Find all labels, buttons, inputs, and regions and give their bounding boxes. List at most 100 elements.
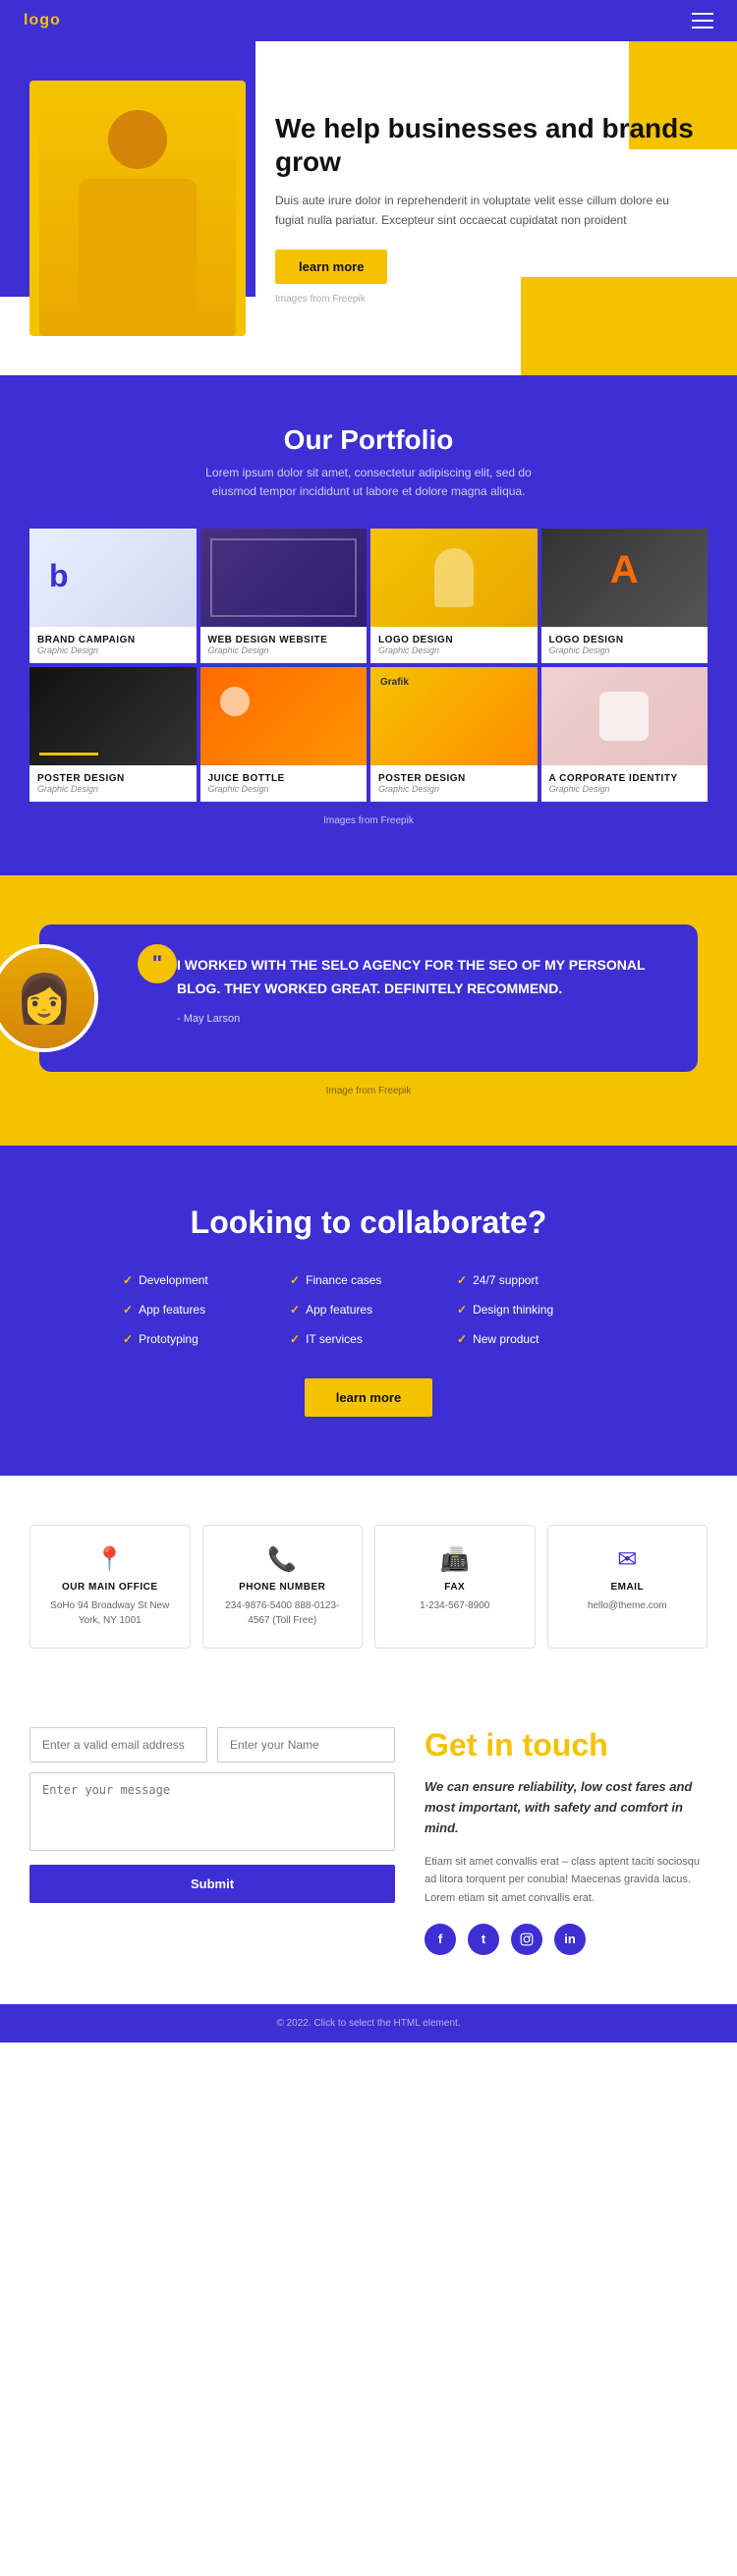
portfolio-freepik: Images from Freepik bbox=[29, 815, 708, 826]
hero-title: We help businesses and brands grow bbox=[275, 112, 698, 178]
portfolio-grid: BRAND CAMPAIGN Graphic Design WEB DESIGN… bbox=[29, 529, 708, 802]
testimonial-author: - May Larson bbox=[138, 1013, 658, 1025]
portfolio-cat-5: Graphic Design bbox=[37, 784, 189, 794]
collaborate-title: Looking to collaborate? bbox=[39, 1204, 698, 1241]
office-text: SoHo 94 Broadway St New York, NY 1001 bbox=[42, 1598, 178, 1628]
fax-title: FAX bbox=[387, 1582, 523, 1593]
portfolio-item-4[interactable]: LOGO DESIGN Graphic Design bbox=[541, 529, 709, 663]
portfolio-title: Our Portfolio bbox=[29, 424, 708, 456]
collab-item-5: App features bbox=[290, 1300, 447, 1319]
hero-cta-button[interactable]: learn more bbox=[275, 250, 387, 284]
get-in-touch-body: Etiam sit amet convallis erat – class ap… bbox=[425, 1853, 708, 1908]
hero-description: Duis aute irure dolor in reprehenderit i… bbox=[275, 192, 698, 229]
portfolio-thumb-2 bbox=[200, 529, 368, 627]
testimonial-card: " I WORKED WITH THE SELO AGENCY FOR THE … bbox=[39, 924, 698, 1072]
portfolio-cat-4: Graphic Design bbox=[549, 645, 701, 655]
get-in-touch-section: Submit Get in touch We can ensure reliab… bbox=[0, 1708, 737, 2003]
phone-icon: 📞 bbox=[215, 1545, 351, 1574]
hero-image bbox=[29, 81, 246, 336]
instagram-icon[interactable] bbox=[511, 1924, 542, 1955]
portfolio-item-5[interactable]: POSTER DESIGN Graphic Design bbox=[29, 667, 197, 802]
portfolio-name-6: JUICE BOTTLE bbox=[208, 773, 360, 784]
collab-item-4: App features bbox=[123, 1300, 280, 1319]
office-title: OUR MAIN OFFICE bbox=[42, 1582, 178, 1593]
portfolio-thumb-7 bbox=[370, 667, 538, 765]
get-in-touch-title: Get in touch bbox=[425, 1727, 708, 1764]
portfolio-info-7: POSTER DESIGN Graphic Design bbox=[370, 765, 538, 802]
collab-item-8: IT services bbox=[290, 1329, 447, 1349]
logo: logo bbox=[24, 12, 61, 29]
fax-text: 1-234-567-8900 bbox=[387, 1598, 523, 1613]
portfolio-info-2: WEB DESIGN WEBSITE Graphic Design bbox=[200, 627, 368, 663]
portfolio-name-4: LOGO DESIGN bbox=[549, 635, 701, 645]
collab-item-7: Prototyping bbox=[123, 1329, 280, 1349]
collab-item-1: Development bbox=[123, 1270, 280, 1290]
testimonial-quote: I WORKED WITH THE SELO AGENCY FOR THE SE… bbox=[138, 954, 658, 1001]
hamburger-line-1 bbox=[692, 13, 713, 15]
fax-icon: 📠 bbox=[387, 1545, 523, 1574]
portfolio-thumb-4 bbox=[541, 529, 709, 627]
portfolio-name-5: POSTER DESIGN bbox=[37, 773, 189, 784]
email-input[interactable] bbox=[29, 1727, 207, 1763]
portfolio-name-7: POSTER DESIGN bbox=[378, 773, 530, 784]
portfolio-item-6[interactable]: JUICE BOTTLE Graphic Design bbox=[200, 667, 368, 802]
collaborate-section: Looking to collaborate? Development Fina… bbox=[0, 1146, 737, 1476]
message-input[interactable] bbox=[29, 1772, 395, 1851]
linkedin-icon[interactable]: in bbox=[554, 1924, 586, 1955]
contact-cards-section: 📍 OUR MAIN OFFICE SoHo 94 Broadway St Ne… bbox=[0, 1476, 737, 1708]
portfolio-item-3[interactable]: LOGO DESIGN Graphic Design bbox=[370, 529, 538, 663]
get-in-touch-content: Get in touch We can ensure reliability, … bbox=[425, 1727, 708, 1954]
portfolio-item-2[interactable]: WEB DESIGN WEBSITE Graphic Design bbox=[200, 529, 368, 663]
portfolio-thumb-5 bbox=[29, 667, 197, 765]
collab-item-6: Design thinking bbox=[457, 1300, 614, 1319]
portfolio-cat-7: Graphic Design bbox=[378, 784, 530, 794]
facebook-icon[interactable]: f bbox=[425, 1924, 456, 1955]
contact-cards-grid: 📍 OUR MAIN OFFICE SoHo 94 Broadway St Ne… bbox=[29, 1525, 708, 1649]
contact-card-office: 📍 OUR MAIN OFFICE SoHo 94 Broadway St Ne… bbox=[29, 1525, 191, 1649]
office-icon: 📍 bbox=[42, 1545, 178, 1574]
portfolio-thumb-6 bbox=[200, 667, 368, 765]
portfolio-name-8: A CORPORATE IDENTITY bbox=[549, 773, 701, 784]
testimonial-freepik: Image from Freepik bbox=[39, 1086, 698, 1096]
portfolio-item-8[interactable]: A CORPORATE IDENTITY Graphic Design bbox=[541, 667, 709, 802]
name-input[interactable] bbox=[217, 1727, 395, 1763]
contact-card-phone: 📞 PHONE NUMBER 234-9876-5400 888-0123-45… bbox=[202, 1525, 364, 1649]
portfolio-name-1: BRAND CAMPAIGN bbox=[37, 635, 189, 645]
portfolio-info-4: LOGO DESIGN Graphic Design bbox=[541, 627, 709, 663]
hero-section: We help businesses and brands grow Duis … bbox=[0, 41, 737, 375]
footer-text: © 2022. Click to select the HTML element… bbox=[276, 2018, 460, 2029]
testimonial-section: " I WORKED WITH THE SELO AGENCY FOR THE … bbox=[0, 875, 737, 1146]
portfolio-cat-1: Graphic Design bbox=[37, 645, 189, 655]
header: logo bbox=[0, 0, 737, 41]
submit-button[interactable]: Submit bbox=[29, 1865, 395, 1903]
portfolio-cat-8: Graphic Design bbox=[549, 784, 701, 794]
contact-card-email: ✉ EMAIL hello@theme.com bbox=[547, 1525, 709, 1649]
collaborate-list: Development Finance cases 24/7 support A… bbox=[123, 1270, 614, 1349]
email-title: EMAIL bbox=[560, 1582, 696, 1593]
collaborate-cta-button[interactable]: learn more bbox=[305, 1378, 432, 1417]
portfolio-info-6: JUICE BOTTLE Graphic Design bbox=[200, 765, 368, 802]
hero-person-silhouette bbox=[39, 90, 236, 336]
twitter-icon[interactable]: t bbox=[468, 1924, 499, 1955]
portfolio-thumb-1 bbox=[29, 529, 197, 627]
email-icon: ✉ bbox=[560, 1545, 696, 1574]
portfolio-cat-2: Graphic Design bbox=[208, 645, 360, 655]
contact-form: Submit bbox=[29, 1727, 395, 1903]
portfolio-cat-6: Graphic Design bbox=[208, 784, 360, 794]
portfolio-name-3: LOGO DESIGN bbox=[378, 635, 530, 645]
hamburger-line-3 bbox=[692, 27, 713, 28]
portfolio-info-8: A CORPORATE IDENTITY Graphic Design bbox=[541, 765, 709, 802]
portfolio-cat-3: Graphic Design bbox=[378, 645, 530, 655]
form-row-1 bbox=[29, 1727, 395, 1763]
hero-text: We help businesses and brands grow Duis … bbox=[275, 112, 698, 305]
portfolio-item-1[interactable]: BRAND CAMPAIGN Graphic Design bbox=[29, 529, 197, 663]
hamburger-line-2 bbox=[692, 20, 713, 22]
hero-freepik-note: Images from Freepik bbox=[275, 294, 698, 305]
hamburger-button[interactable] bbox=[692, 13, 713, 28]
portfolio-thumb-8 bbox=[541, 667, 709, 765]
portfolio-name-2: WEB DESIGN WEBSITE bbox=[208, 635, 360, 645]
portfolio-thumb-3 bbox=[370, 529, 538, 627]
footer: © 2022. Click to select the HTML element… bbox=[0, 2004, 737, 2043]
contact-card-fax: 📠 FAX 1-234-567-8900 bbox=[374, 1525, 536, 1649]
portfolio-item-7[interactable]: POSTER DESIGN Graphic Design bbox=[370, 667, 538, 802]
